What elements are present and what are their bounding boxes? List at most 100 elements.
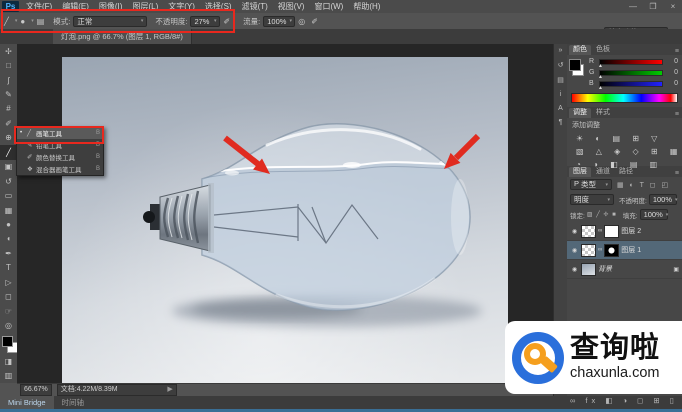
brush-preset-caret-icon[interactable]: ▾ — [31, 18, 34, 24]
layer-name[interactable]: 图层 2 — [621, 226, 641, 236]
menu-file[interactable]: 文件(F) — [21, 0, 57, 13]
red-value[interactable]: 0 — [666, 58, 678, 65]
eraser-tool[interactable]: ▭ — [0, 188, 17, 202]
layer-mask-thumbnail[interactable] — [604, 225, 619, 238]
tablet-pressure-opacity-icon[interactable]: ✐ — [223, 17, 230, 26]
properties-panel-icon[interactable]: ▤ — [557, 76, 564, 84]
layer-blend-mode-select[interactable]: 明度 ▾ — [570, 194, 614, 205]
tab-layers[interactable]: 图层 — [569, 167, 591, 177]
menu-type[interactable]: 文字(Y) — [163, 0, 200, 13]
brush-tool[interactable]: ╱ — [0, 145, 17, 159]
layers-panel-bottom-icons[interactable]: ∞ fx ◧ ◑ ◻ ⊞ ▯ — [570, 396, 678, 405]
brush-panel-toggle-icon[interactable]: ▤ — [37, 17, 45, 26]
layer-filter-kind-icons[interactable]: ▦ ◐ T ◻ ◰ — [617, 181, 670, 189]
tab-mini-bridge[interactable]: Mini Bridge — [0, 396, 54, 409]
tab-timeline[interactable]: 时间轴 — [54, 396, 93, 409]
layer-thumbnail[interactable] — [581, 244, 596, 257]
minimize-button[interactable]: — — [626, 0, 640, 13]
status-arrow-icon[interactable]: ▶ — [167, 385, 172, 395]
layer-thumbnail[interactable] — [581, 263, 596, 276]
zoom-level-field[interactable]: 66.67% — [20, 384, 52, 396]
visibility-eye-icon[interactable]: ◉ — [570, 266, 579, 273]
clone-stamp-tool[interactable]: ▣ — [0, 160, 17, 174]
marquee-tool[interactable]: □ — [0, 58, 17, 72]
blue-slider[interactable]: ▲ — [599, 81, 663, 87]
green-slider[interactable]: ▲ — [599, 70, 663, 76]
layer-opacity-select[interactable]: 100% ▾ — [649, 194, 677, 205]
lock-icons[interactable]: ▨ ╱ ✢ ■ — [587, 211, 617, 218]
adjustment-icons-row2[interactable]: ▧ △ ◈ ◇ ⊞ ▦ — [567, 145, 682, 158]
layer-row-1[interactable]: ◉ ∞ 图层 1 — [567, 241, 682, 260]
dodge-tool[interactable]: ◖ — [0, 232, 17, 246]
foreground-color-swatch[interactable] — [569, 59, 581, 71]
crop-tool[interactable]: # — [0, 102, 17, 116]
panel-menu-icon[interactable]: ≡ — [675, 170, 679, 177]
layer-name[interactable]: 背景 — [598, 264, 612, 274]
panel-menu-icon[interactable]: ≡ — [675, 48, 679, 55]
hand-tool[interactable]: ☞ — [0, 304, 17, 318]
layer-mask-thumbnail[interactable] — [604, 244, 619, 257]
flow-select[interactable]: 100% ▾ — [263, 16, 295, 27]
foreground-color-swatch[interactable] — [2, 336, 13, 347]
quick-mask-icon[interactable]: ◨ — [0, 354, 17, 368]
adjustment-icons-row1[interactable]: ☀ ◐ ▤ ⊞ ▽ — [567, 132, 682, 145]
green-value[interactable]: 0 — [666, 69, 678, 76]
layer-thumbnail[interactable] — [581, 225, 596, 238]
tab-color[interactable]: 颜色 — [569, 45, 591, 55]
type-tool[interactable]: T — [0, 261, 17, 275]
visibility-eye-icon[interactable]: ◉ — [570, 228, 579, 235]
shape-tool[interactable]: ◻ — [0, 289, 17, 303]
color-ramp[interactable] — [571, 93, 678, 103]
paragraph-panel-icon[interactable]: ¶ — [559, 119, 563, 126]
blur-tool[interactable]: ● — [0, 217, 17, 231]
menu-image[interactable]: 图像(I) — [94, 0, 128, 13]
menu-select[interactable]: 选择(S) — [200, 0, 237, 13]
lasso-tool[interactable]: ʃ — [0, 73, 17, 87]
tab-styles[interactable]: 样式 — [592, 108, 614, 118]
tab-adjustments[interactable]: 调整 — [569, 108, 591, 118]
opacity-select[interactable]: 27% ▾ — [190, 16, 220, 27]
canvas[interactable] — [62, 57, 508, 383]
eyedropper-tool[interactable]: ✐ — [0, 116, 17, 130]
move-tool[interactable]: ✢ — [0, 44, 17, 58]
zoom-tool[interactable]: ◎ — [0, 318, 17, 332]
history-brush-tool[interactable]: ↺ — [0, 174, 17, 188]
tab-channels[interactable]: 通道 — [592, 167, 614, 177]
close-button[interactable]: × — [666, 0, 680, 13]
flyout-item-color-replacement[interactable]: ✐ 颜色替换工具 B — [17, 151, 103, 163]
flyout-item-pencil[interactable]: ✎ 铅笔工具 B — [17, 139, 103, 151]
menu-filter[interactable]: 滤镜(T) — [237, 0, 273, 13]
quick-selection-tool[interactable]: ✎ — [0, 87, 17, 101]
pen-tool[interactable]: ✒ — [0, 246, 17, 260]
layer-name[interactable]: 图层 1 — [621, 245, 641, 255]
info-panel-icon[interactable]: i — [560, 91, 562, 98]
restore-button[interactable]: ❐ — [646, 0, 660, 13]
panel-menu-icon[interactable]: ≡ — [675, 111, 679, 118]
brush-tool-icon[interactable]: ╱ — [4, 17, 9, 26]
menu-window[interactable]: 窗口(W) — [309, 0, 348, 13]
menu-edit[interactable]: 编辑(E) — [57, 0, 94, 13]
history-panel-icon[interactable]: ↺ — [558, 61, 564, 69]
character-panel-icon[interactable]: A — [558, 105, 563, 112]
tool-preset-caret-icon[interactable]: ▾ — [15, 18, 18, 24]
layer-filter-select[interactable]: P 类型 ▾ — [570, 179, 612, 190]
red-slider[interactable]: ▲ — [599, 59, 663, 65]
blend-mode-select[interactable]: 正常 ▾ — [73, 16, 147, 27]
tab-paths[interactable]: 路径 — [615, 167, 637, 177]
menu-help[interactable]: 帮助(H) — [348, 0, 385, 13]
gradient-tool[interactable]: ▦ — [0, 203, 17, 217]
layer-fill-select[interactable]: 100% ▾ — [640, 209, 668, 220]
layer-row-2[interactable]: ◉ ∞ 图层 2 — [567, 222, 682, 241]
flyout-item-brush[interactable]: • ╱ 画笔工具 B — [17, 127, 103, 139]
path-selection-tool[interactable]: ▷ — [0, 275, 17, 289]
tablet-pressure-size-icon[interactable]: ✐ — [311, 17, 318, 26]
document-tab[interactable]: 灯泡.png @ 66.7% (图层 1, RGB/8#) — [53, 29, 192, 44]
brush-preset-picker-icon[interactable]: ● — [20, 17, 25, 26]
menu-layer[interactable]: 图层(L) — [127, 0, 163, 13]
tab-swatches[interactable]: 色板 — [592, 45, 614, 55]
airbrush-icon[interactable]: ◎ — [298, 17, 305, 26]
visibility-eye-icon[interactable]: ◉ — [570, 247, 579, 254]
screen-mode-icon[interactable]: ▥ — [0, 368, 17, 382]
blue-value[interactable]: 0 — [666, 80, 678, 87]
healing-brush-tool[interactable]: ⊕ — [0, 131, 17, 145]
